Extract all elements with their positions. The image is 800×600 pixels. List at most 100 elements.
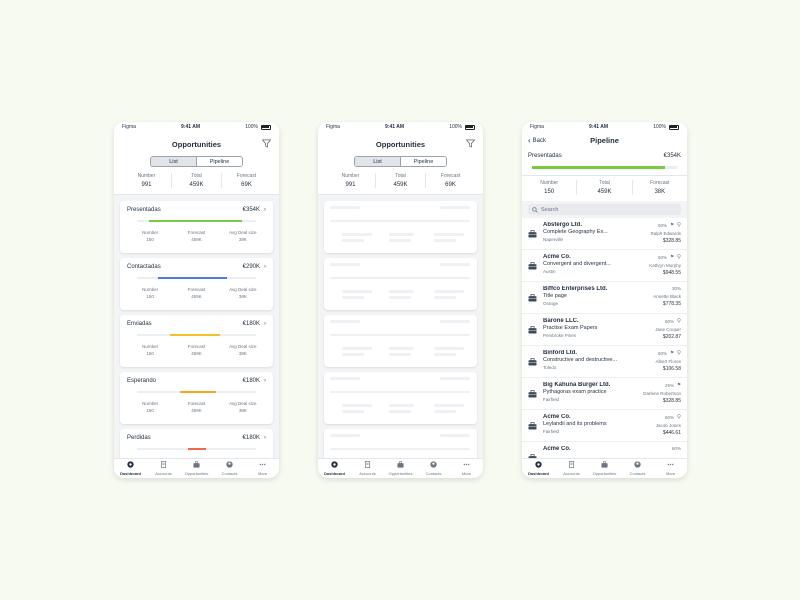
stage-card[interactable]: Presentadas €354K › Number 150 Forecast 459K Av… [120, 201, 273, 253]
metric-value: 459K [191, 408, 202, 413]
search-input[interactable]: Search [528, 204, 681, 215]
battery-label: 100% [449, 124, 462, 130]
stat-value: 991 [141, 182, 152, 188]
list-item[interactable]: Barone LLC. Practise Exam Papers Pembroke … [522, 314, 687, 346]
metric-forecast: Forecast 459K [173, 343, 219, 357]
item-details: Barone LLC. Practise Exam Papers Pembroke … [543, 318, 633, 341]
stat-label: Forecast [650, 180, 670, 186]
tab-accounts[interactable]: Accounts [555, 459, 588, 478]
tab-more[interactable]: More [654, 459, 687, 478]
back-button[interactable]: ‹ Back [528, 136, 546, 145]
list-item[interactable]: Binford Ltd. Constructive and destructive… [522, 346, 687, 378]
stat-label: Number [540, 180, 559, 186]
segment-pipeline[interactable]: Pipeline [196, 157, 242, 166]
list-item[interactable]: Abstergo Ltd. Complete Geography Ex... Nap… [522, 218, 687, 250]
skeleton-line [342, 404, 372, 407]
tab-label: Opportunities [184, 471, 209, 476]
stat-label: Forecast [236, 173, 257, 179]
stat-value: 38K [654, 189, 666, 195]
list-item[interactable]: Acme Co. Convergent and divergent... Austi… [522, 250, 687, 282]
tab-more[interactable]: More [450, 459, 483, 478]
skeleton-line [330, 434, 360, 437]
battery-icon [260, 124, 271, 130]
tab-label: Dashboard [324, 471, 345, 476]
tab-contacts[interactable]: Contacts [213, 459, 246, 478]
carrier-label: Figma [326, 124, 340, 130]
segment-list[interactable]: List [355, 157, 400, 166]
stat-label: Number [341, 173, 360, 179]
metric-value: 38K [238, 237, 247, 242]
card-header: Contactadas €290K › [127, 264, 266, 270]
clock: 9:41 AM [385, 124, 405, 130]
probability: 30% [671, 286, 681, 291]
metric-value: 38K [238, 408, 247, 413]
tab-bar: Dashboard Accounts Opportunities Contacts Mo… [114, 458, 279, 478]
accounts-icon [364, 461, 371, 469]
opportunities-icon [601, 461, 608, 469]
tab-contacts[interactable]: Contacts [621, 459, 654, 478]
tab-dashboard[interactable]: Dashboard [114, 459, 147, 478]
stage-card[interactable]: Esperando €180K › Number 150 Forecast 459K Avg … [120, 372, 273, 424]
list-item[interactable]: Acme Co. Leylandii and its problems Fairfi… [522, 410, 687, 442]
tab-dashboard[interactable]: Dashboard [522, 459, 555, 478]
stage-card[interactable]: Enviadas €180K › Number 150 Forecast 459K Avg D… [120, 315, 273, 367]
summary-stats: Number 991 Total 459K Forecast 69K [326, 173, 475, 188]
owner-name: Jacob Jones [655, 423, 681, 428]
tab-contacts[interactable]: Contacts [417, 459, 450, 478]
filter-icon[interactable] [262, 139, 271, 148]
skeleton-line [389, 290, 414, 293]
stage-amount-group: €180K › [243, 321, 266, 327]
owner-name: Annette Black [653, 294, 681, 299]
stage-progress-track [532, 166, 677, 169]
battery-icon [464, 124, 475, 130]
item-details: Acme Co. Convergent and divergent... Austi… [543, 254, 633, 277]
filter-icon[interactable] [466, 139, 475, 148]
skeleton-line [434, 404, 464, 407]
list-item[interactable]: Biffco Enterprises Ltd. Title page Orange 3… [522, 282, 687, 314]
skeleton-line [440, 434, 470, 437]
page-title: Opportunities [375, 140, 426, 149]
stage-amount: €180K [242, 435, 260, 441]
tab-dashboard[interactable]: Dashboard [318, 459, 351, 478]
clock: 9:41 AM [181, 124, 201, 130]
tab-accounts[interactable]: Accounts [147, 459, 180, 478]
opportunity-list: Abstergo Ltd. Complete Geography Ex... Nap… [522, 218, 687, 474]
metric-value: 459K [191, 294, 202, 299]
search-icon [532, 206, 538, 213]
stat-value: 459K [597, 189, 612, 195]
more-icon [463, 461, 470, 469]
skeleton-card [324, 258, 477, 310]
deal-amount: $948.55 [662, 270, 681, 276]
deal-amount: $446.61 [662, 430, 681, 436]
segment-list[interactable]: List [151, 157, 196, 166]
company-name: Abstergo Ltd. [543, 222, 582, 228]
stat-value: 459K [189, 182, 204, 188]
item-meta: 60% ⚑ Kathryn Murphy $948.55 [633, 254, 681, 277]
company-name: Big Kahuna Burger Ltd. [543, 382, 611, 388]
company-name: Acme Co. [543, 414, 571, 420]
list-item[interactable]: Big Kahuna Burger Ltd. Pythagoras exam pr… [522, 378, 687, 410]
segment-pipeline[interactable]: Pipeline [400, 157, 446, 166]
stage-progress-track [137, 277, 256, 279]
more-icon [259, 461, 266, 469]
company-name: Biffco Enterprises Ltd. [543, 286, 608, 292]
skeleton-line [434, 233, 464, 236]
stage-progress-fill [188, 448, 206, 450]
tab-opportunities[interactable]: Opportunities [180, 459, 213, 478]
chevron-right-icon: › [264, 207, 266, 213]
opportunity-title: Pythagoras exam practice [543, 389, 607, 395]
tab-accounts[interactable]: Accounts [351, 459, 384, 478]
stage-card[interactable]: Contactadas €290K › Number 150 Forecast 459K Av… [120, 258, 273, 310]
skeleton-line [389, 353, 411, 356]
tab-opportunities[interactable]: Opportunities [384, 459, 417, 478]
flag-icon: ⚑ [669, 222, 674, 227]
tab-bar: Dashboard Accounts Opportunities Contacts Mo… [522, 458, 687, 478]
briefcase-icon [528, 318, 538, 341]
deal-amount: $328.85 [662, 238, 681, 244]
probability: 60% [671, 446, 681, 451]
tab-opportunities[interactable]: Opportunities [588, 459, 621, 478]
stage-progress-fill [532, 166, 666, 169]
tab-more[interactable]: More [246, 459, 279, 478]
stat-label: Total [395, 173, 406, 179]
dashboard-icon [535, 461, 542, 469]
